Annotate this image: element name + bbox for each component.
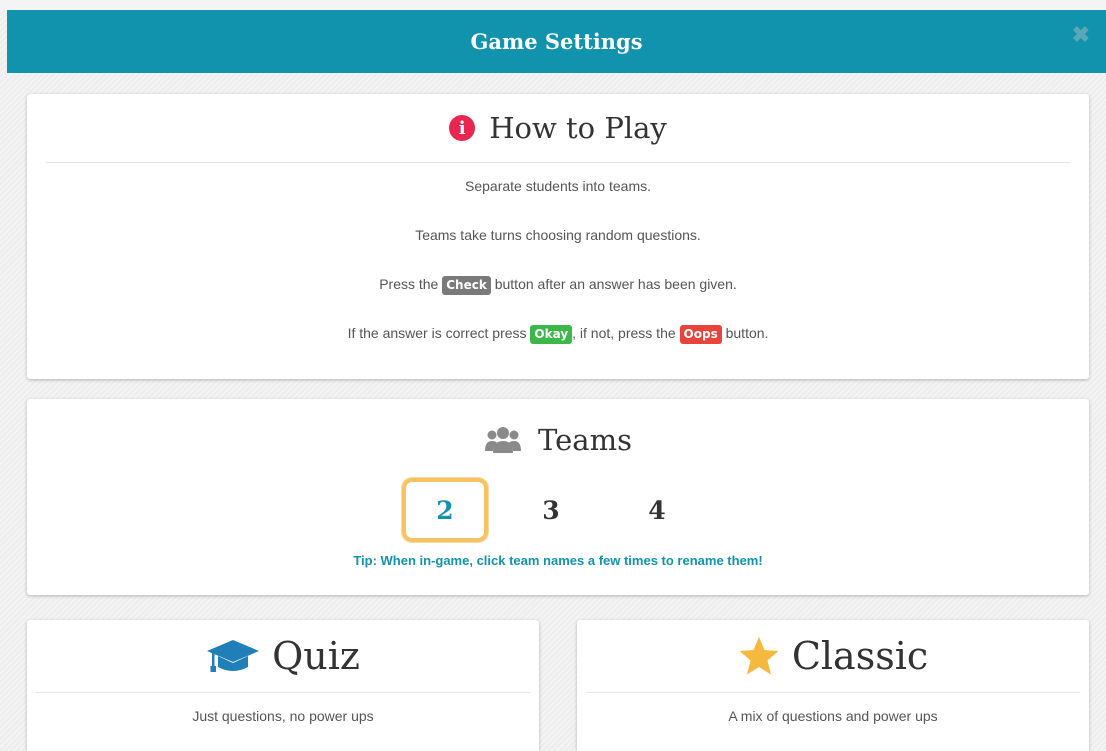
classic-heading: Classic [577, 620, 1089, 692]
team-count-selector: 2 3 4 [13, 475, 1089, 545]
quiz-description: Just questions, no power ups [192, 708, 374, 724]
classic-mode-card[interactable]: Classic A mix of questions and power ups [577, 620, 1089, 751]
classic-title: Classic [791, 634, 929, 678]
team-count-option[interactable]: 4 [614, 478, 700, 542]
instruction-line: Teams take turns choosing random questio… [415, 227, 701, 243]
check-tag: Check [442, 275, 491, 295]
instruction-line: Press the Check button after an answer h… [27, 260, 1089, 309]
top-strip [0, 0, 1106, 10]
teams-tip: Tip: When in-game, click team names a fe… [353, 553, 763, 568]
instruction-line: If the answer is correct press Okay, if … [27, 309, 1089, 358]
team-count-option[interactable]: 2 [402, 478, 488, 542]
classic-description: A mix of questions and power ups [728, 708, 938, 724]
team-count-option[interactable]: 3 [508, 478, 594, 542]
teams-title: Teams [538, 423, 632, 457]
teams-card: Teams 2 3 4 Tip: When in-game, click tea… [27, 399, 1089, 595]
divider [36, 692, 530, 693]
star-icon [738, 636, 780, 676]
instructions: Separate students into teams. Teams take… [27, 162, 1089, 358]
quiz-heading: Quiz [27, 620, 539, 692]
info-icon: i [449, 115, 476, 141]
close-icon: ✖ [1071, 22, 1090, 47]
quiz-title: Quiz [272, 634, 360, 678]
teams-heading: Teams [27, 399, 1089, 475]
users-icon [484, 425, 522, 455]
oops-tag: Oops [679, 324, 722, 344]
dialog-header: Game Settings ✖ [7, 10, 1106, 73]
instruction-line: Separate students into teams. [465, 178, 651, 194]
close-button[interactable]: ✖ [1072, 24, 1090, 46]
how-to-play-card: i How to Play Separate students into tea… [27, 94, 1089, 379]
okay-tag: Okay [530, 324, 573, 344]
dialog-title: Game Settings [470, 29, 643, 54]
graduation-cap-icon [206, 636, 260, 676]
how-to-play-heading: i How to Play [27, 94, 1089, 162]
how-to-play-title: How to Play [489, 111, 667, 145]
divider [586, 692, 1080, 693]
quiz-mode-card[interactable]: Quiz Just questions, no power ups [27, 620, 539, 751]
